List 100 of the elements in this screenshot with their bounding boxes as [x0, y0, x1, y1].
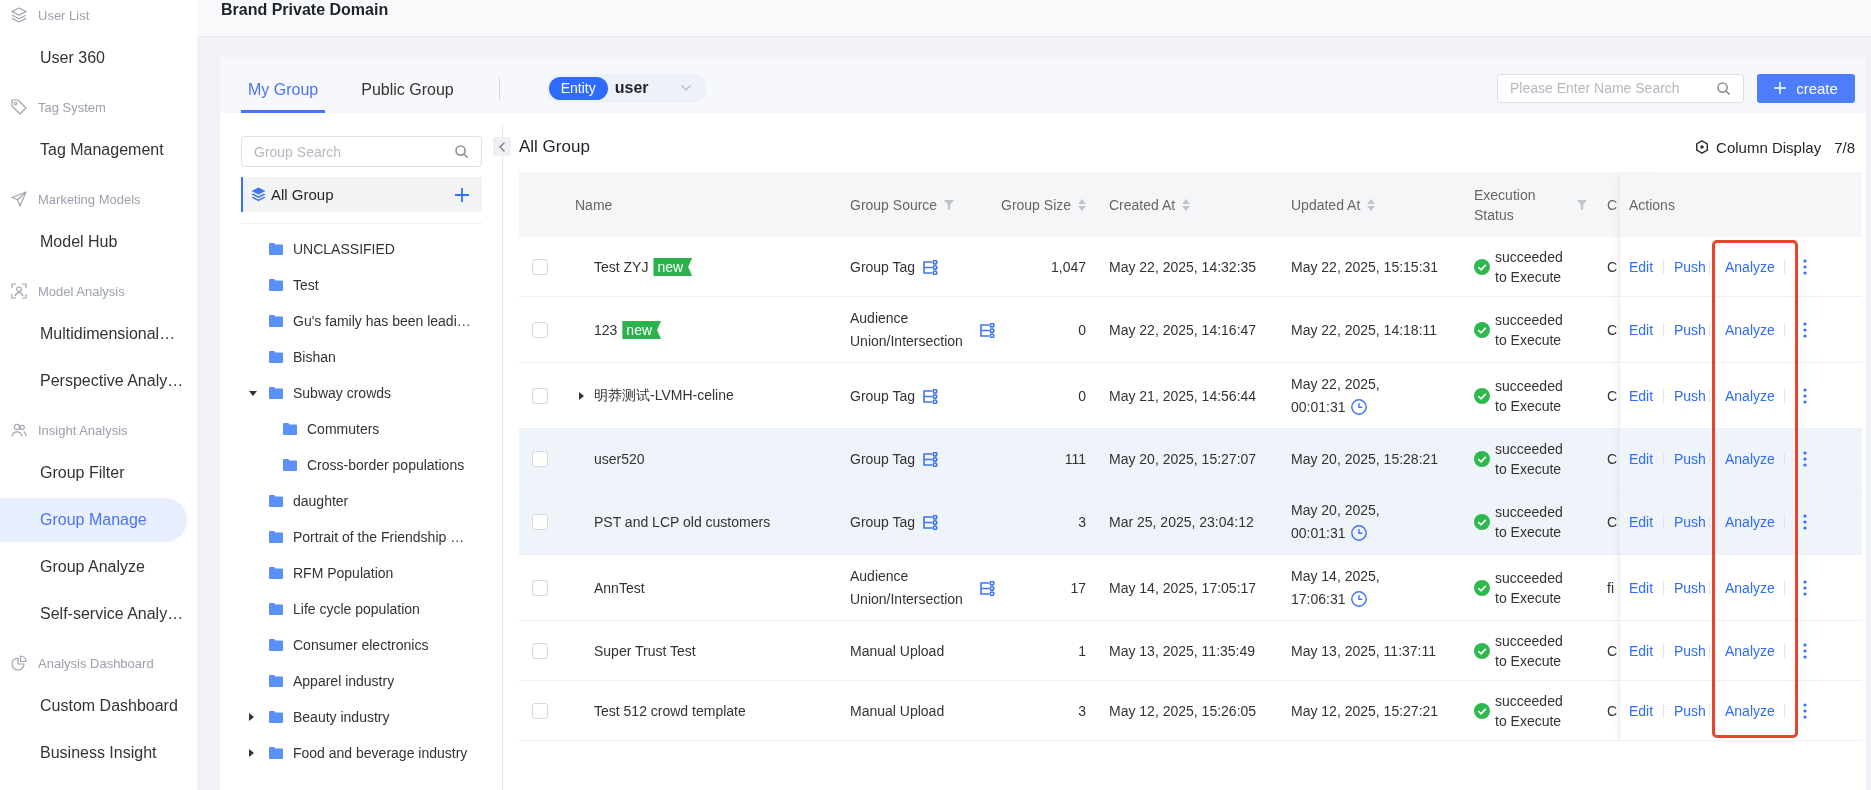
- tree-item[interactable]: Beauty industry: [269, 704, 394, 730]
- row-checkbox[interactable]: [532, 643, 548, 659]
- action-link[interactable]: Push: [1674, 451, 1706, 467]
- more-icon[interactable]: [1803, 451, 1807, 467]
- created-time: May 13, 2025, 11:35:49: [1109, 643, 1256, 659]
- action-link[interactable]: Push: [1674, 388, 1706, 404]
- tree-item[interactable]: UNCLASSIFIED: [269, 236, 399, 262]
- tree-item[interactable]: Consumer electronics: [269, 632, 433, 658]
- nav-item[interactable]: Group Analyze: [0, 545, 187, 589]
- action-link[interactable]: Push: [1674, 703, 1706, 719]
- nav-item[interactable]: Group Filter: [0, 451, 187, 495]
- hierarchy-icon[interactable]: [923, 259, 939, 275]
- plus-icon[interactable]: [455, 187, 469, 202]
- action-link[interactable]: Edit: [1629, 514, 1654, 530]
- nav-item[interactable]: User 360: [0, 36, 187, 80]
- action-link[interactable]: Edit: [1629, 322, 1654, 338]
- action-link[interactable]: Analyze: [1725, 514, 1775, 530]
- tree-item[interactable]: Test: [269, 272, 323, 298]
- created-time: May 22, 2025, 14:32:35: [1109, 259, 1257, 275]
- create-button[interactable]: create: [1757, 73, 1855, 103]
- hierarchy-icon[interactable]: [923, 388, 939, 404]
- tree-item[interactable]: Commuters: [283, 416, 384, 442]
- action-link[interactable]: Push: [1674, 514, 1706, 530]
- nav-item[interactable]: Self-service Analy…: [0, 592, 187, 636]
- more-icon[interactable]: [1803, 580, 1807, 596]
- action-link[interactable]: Edit: [1629, 388, 1654, 404]
- more-icon[interactable]: [1803, 514, 1807, 530]
- row-checkbox[interactable]: [532, 388, 548, 404]
- column-header: C: [1607, 196, 1618, 213]
- action-link[interactable]: Edit: [1629, 451, 1654, 467]
- check-circle-icon: [1474, 643, 1490, 659]
- action-link[interactable]: Analyze: [1725, 388, 1775, 404]
- hierarchy-icon[interactable]: [980, 580, 995, 596]
- action-link[interactable]: Push: [1674, 580, 1706, 596]
- entity-select[interactable]: Entity user: [546, 73, 707, 103]
- hierarchy-icon[interactable]: [923, 514, 939, 530]
- action-link[interactable]: Push: [1674, 322, 1706, 338]
- tree-item[interactable]: Bishan: [269, 344, 340, 370]
- action-link[interactable]: Analyze: [1725, 322, 1775, 338]
- more-icon[interactable]: [1803, 388, 1807, 404]
- caret-icon[interactable]: [579, 392, 584, 400]
- search-icon[interactable]: [455, 145, 468, 158]
- action-link[interactable]: Edit: [1629, 703, 1654, 719]
- section-title: All Group: [519, 137, 590, 157]
- group-name: AnnTest: [594, 580, 645, 596]
- caret-icon[interactable]: [249, 390, 257, 396]
- tree-item[interactable]: Cross-border populations: [283, 452, 469, 478]
- tree-item[interactable]: Apparel industry: [269, 668, 399, 694]
- tree-item[interactable]: RFM Population: [269, 560, 398, 586]
- column-display-button[interactable]: Column Display 7/8: [1695, 138, 1855, 156]
- caret-icon[interactable]: [249, 749, 254, 757]
- search-icon[interactable]: [1717, 81, 1730, 95]
- search-field[interactable]: Group Search: [241, 136, 482, 167]
- search-field[interactable]: Please Enter Name Search: [1497, 73, 1744, 103]
- tree-item[interactable]: Portrait of the Friendship …: [269, 524, 469, 550]
- action-link[interactable]: Analyze: [1725, 580, 1775, 596]
- row-checkbox[interactable]: [532, 514, 548, 530]
- row-checkbox[interactable]: [532, 703, 548, 719]
- tree-item[interactable]: Gu's family has been leadi…: [269, 308, 475, 334]
- action-link[interactable]: Edit: [1629, 259, 1654, 275]
- updated-time: May 13, 2025, 11:37:11: [1291, 643, 1437, 659]
- tree-item[interactable]: Subway crowds: [269, 380, 396, 406]
- more-icon[interactable]: [1803, 703, 1807, 719]
- hierarchy-icon[interactable]: [923, 451, 939, 467]
- check-circle-icon: [1474, 322, 1490, 338]
- tree-item[interactable]: Life cycle population: [269, 596, 424, 622]
- action-link[interactable]: Analyze: [1725, 451, 1775, 467]
- action-link[interactable]: Edit: [1629, 580, 1654, 596]
- nav-item[interactable]: Custom Dashboard: [0, 684, 187, 728]
- action-link[interactable]: Push: [1674, 259, 1706, 275]
- updated-time: May 14, 2025, 17:06:31: [1291, 568, 1380, 607]
- group-size: 0: [1078, 388, 1086, 404]
- row-checkbox[interactable]: [532, 322, 548, 338]
- nav-item[interactable]: Multidimensional…: [0, 312, 187, 356]
- tree-item[interactable]: daughter: [269, 488, 353, 514]
- nav-item[interactable]: Tag Management: [0, 128, 187, 172]
- row-checkbox[interactable]: [532, 580, 548, 596]
- action-link[interactable]: Analyze: [1725, 703, 1775, 719]
- hierarchy-icon[interactable]: [980, 322, 995, 338]
- caret-icon[interactable]: [249, 713, 254, 721]
- row-checkbox[interactable]: [532, 259, 548, 275]
- more-icon[interactable]: [1803, 643, 1807, 659]
- action-link[interactable]: Push: [1674, 643, 1706, 659]
- tree-item[interactable]: All Group: [241, 177, 482, 212]
- nav-item[interactable]: Group Manage: [0, 498, 187, 542]
- action-link[interactable]: Analyze: [1725, 643, 1775, 659]
- action-link[interactable]: Edit: [1629, 643, 1654, 659]
- nav-item[interactable]: Perspective Analy…: [0, 359, 187, 403]
- column-header: Created At: [1109, 196, 1176, 213]
- more-icon[interactable]: [1803, 322, 1807, 338]
- action-link[interactable]: Analyze: [1725, 259, 1775, 275]
- nav-item[interactable]: Business Insight: [0, 731, 187, 775]
- nav-item[interactable]: Model Hub: [0, 220, 187, 264]
- tab[interactable]: My Group: [241, 63, 326, 113]
- more-icon[interactable]: [1803, 259, 1807, 275]
- tab[interactable]: Public Group: [354, 63, 461, 113]
- layers-icon: [251, 187, 266, 202]
- row-checkbox[interactable]: [532, 451, 548, 467]
- collapse-button[interactable]: [493, 137, 511, 156]
- tree-item[interactable]: Food and beverage industry: [269, 740, 472, 766]
